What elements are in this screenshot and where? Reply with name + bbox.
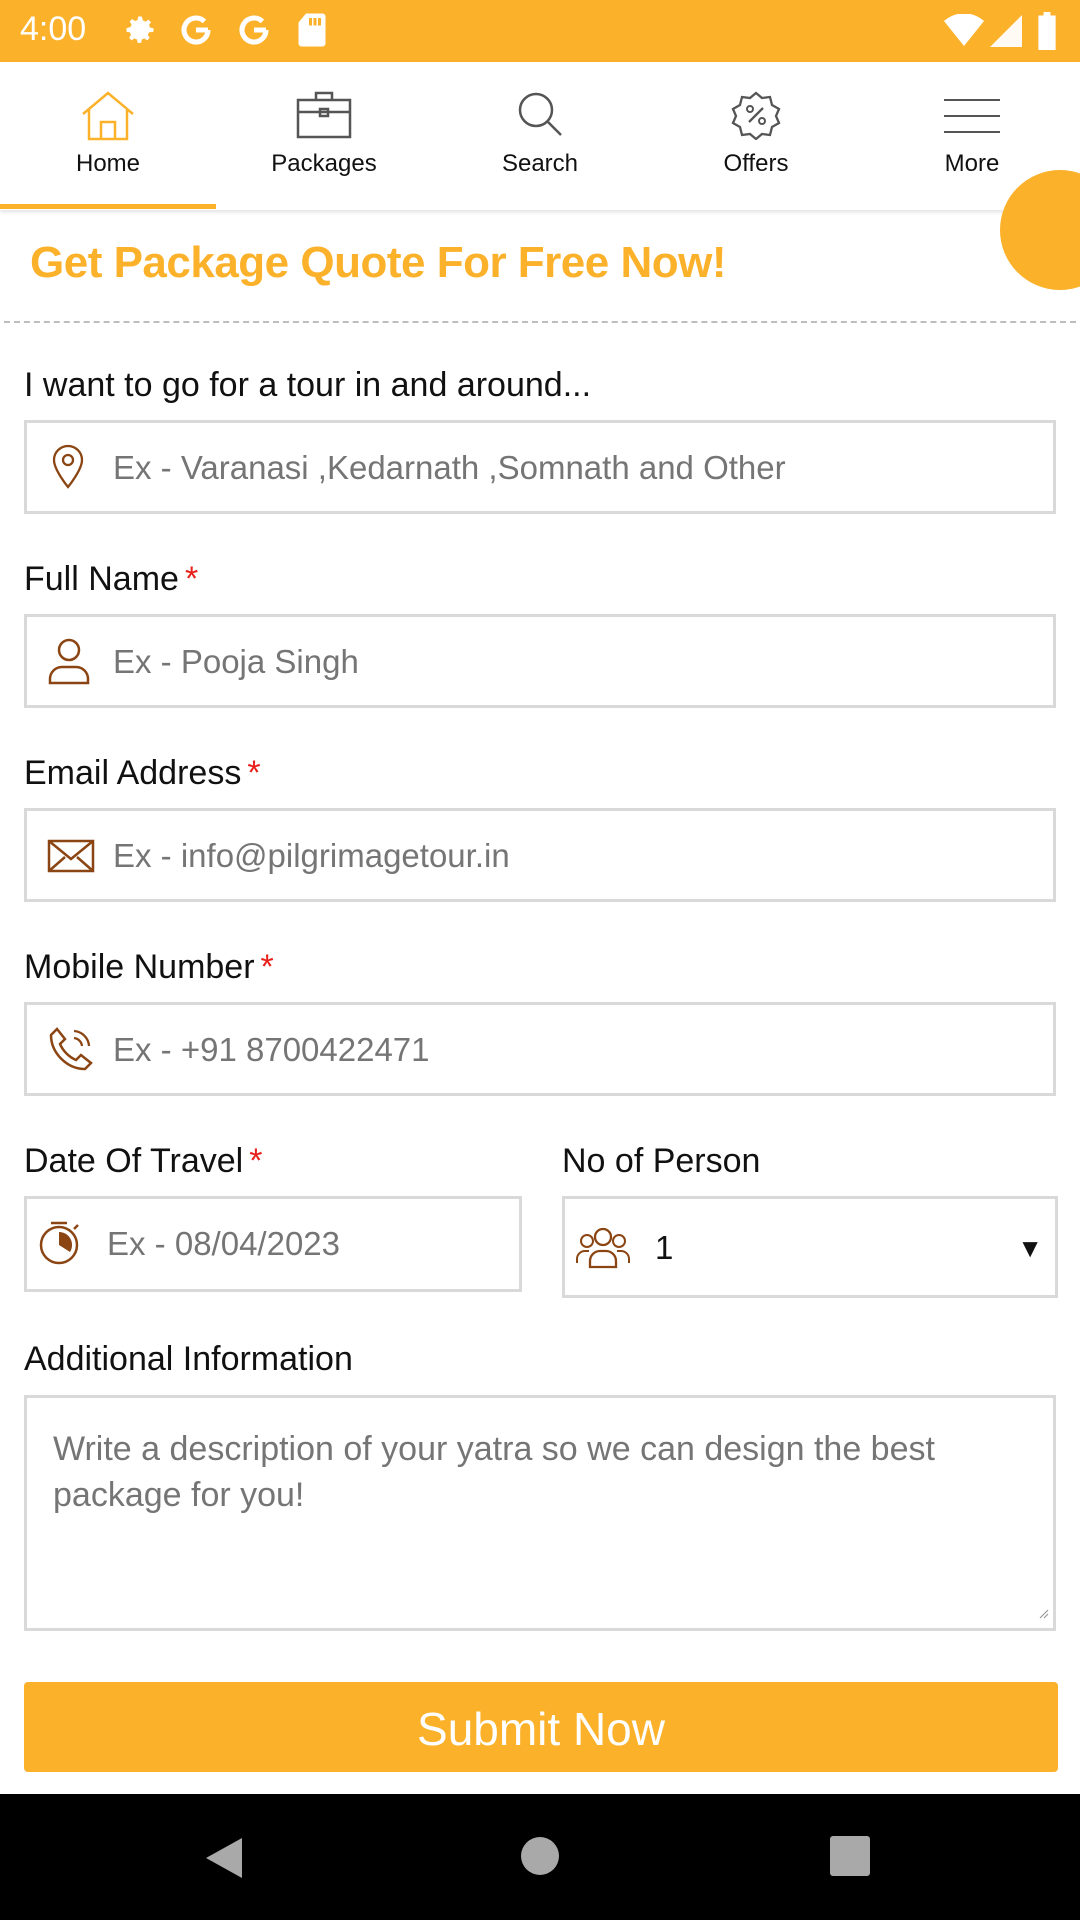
dashed-divider: [4, 321, 1076, 323]
mobile-placeholder: Ex - +91 8700422471: [113, 1031, 430, 1068]
settings-icon: [122, 12, 158, 53]
email-label: Email Address *: [24, 754, 261, 792]
full-name-input[interactable]: Ex - Pooja Singh: [24, 614, 1056, 708]
recents-icon[interactable]: [830, 1836, 870, 1881]
sd-card-icon: [296, 12, 328, 53]
phone-icon: [47, 1025, 95, 1078]
menu-icon: [944, 98, 1000, 139]
offer-badge-icon: [731, 90, 781, 145]
google-icon: [178, 12, 214, 53]
destination-placeholder: Ex - Varanasi ,Kedarnath ,Somnath and Ot…: [113, 449, 786, 486]
email-input[interactable]: Ex - info@pilgrimagetour.in: [24, 808, 1056, 902]
stopwatch-icon: [37, 1219, 85, 1272]
top-navigation: Home Packages Search Offers More: [0, 62, 1080, 210]
persons-select[interactable]: 1 ▼: [562, 1196, 1058, 1298]
nav-packages-label: Packages: [271, 150, 377, 177]
destination-label: I want to go for a tour in and around...: [24, 366, 592, 404]
location-pin-icon: [51, 443, 85, 494]
required-marker: *: [260, 948, 274, 986]
search-icon: [516, 90, 564, 143]
additional-info-textarea[interactable]: Write a description of your yatra so we …: [24, 1395, 1056, 1631]
home-icon: [79, 90, 137, 147]
back-icon[interactable]: [204, 1836, 244, 1885]
home-circle-icon[interactable]: [520, 1836, 560, 1881]
battery-icon: [1036, 12, 1058, 55]
date-placeholder: Ex - 08/04/2023: [107, 1225, 340, 1262]
date-label: Date Of Travel *: [24, 1142, 263, 1180]
system-navigation-bar: [0, 1794, 1080, 1920]
persons-label: No of Person: [562, 1142, 761, 1180]
envelope-icon: [47, 839, 95, 878]
required-marker: *: [247, 754, 261, 792]
nav-home[interactable]: Home: [0, 62, 216, 210]
full-name-label: Full Name *: [24, 560, 199, 598]
nav-offers-label: Offers: [723, 150, 789, 177]
form-title: Get Package Quote For Free Now!: [30, 238, 727, 287]
briefcase-icon: [295, 90, 353, 145]
nav-home-label: Home: [75, 150, 141, 177]
date-input[interactable]: Ex - 08/04/2023: [24, 1196, 522, 1292]
resize-handle-icon[interactable]: [1039, 1606, 1049, 1624]
nav-active-indicator: [0, 204, 216, 209]
additional-info-placeholder: Write a description of your yatra so we …: [53, 1430, 935, 1514]
nav-offers[interactable]: Offers: [648, 62, 864, 210]
status-bar: 4:00: [0, 0, 1080, 62]
nav-search[interactable]: Search: [432, 62, 648, 210]
signal-icon: [990, 14, 1022, 53]
dropdown-arrow-icon: ▼: [1017, 1233, 1043, 1263]
group-icon: [575, 1225, 631, 1274]
email-placeholder: Ex - info@pilgrimagetour.in: [113, 837, 510, 874]
status-time: 4:00: [20, 10, 87, 48]
nav-packages[interactable]: Packages: [216, 62, 432, 210]
user-icon: [47, 637, 91, 690]
full-name-placeholder: Ex - Pooja Singh: [113, 643, 359, 680]
persons-value: 1: [655, 1229, 674, 1266]
mobile-label: Mobile Number *: [24, 948, 274, 986]
submit-button[interactable]: Submit Now: [24, 1682, 1058, 1772]
destination-input[interactable]: Ex - Varanasi ,Kedarnath ,Somnath and Ot…: [24, 420, 1056, 514]
additional-info-label: Additional Information: [24, 1340, 353, 1378]
required-marker: *: [184, 560, 199, 598]
wifi-icon: [944, 13, 984, 53]
nav-search-label: Search: [501, 150, 579, 177]
required-marker: *: [249, 1142, 263, 1180]
mobile-input[interactable]: Ex - +91 8700422471: [24, 1002, 1056, 1096]
google-icon-2: [236, 12, 272, 53]
